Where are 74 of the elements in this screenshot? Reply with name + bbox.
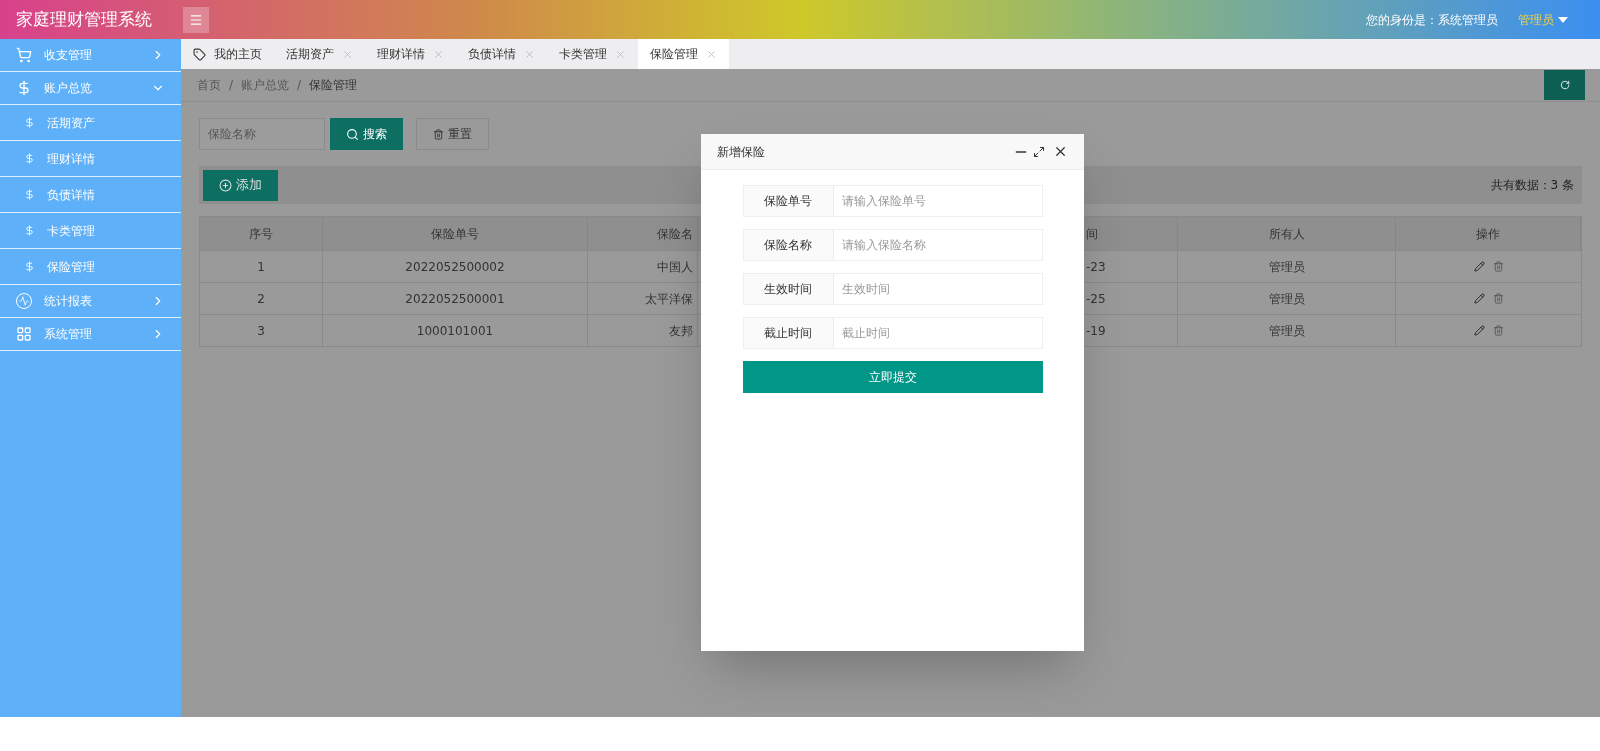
column-header: 保险名	[588, 217, 698, 250]
add-button[interactable]: 添加	[203, 169, 278, 201]
table-cell: 管理员	[1178, 315, 1396, 346]
trash-icon	[433, 128, 444, 140]
form-field[interactable]: 保险名称 请输入保险名称	[742, 229, 1043, 261]
field-label: 保险名称	[743, 230, 834, 260]
form-field[interactable]: 截止时间 截止时间	[742, 317, 1043, 349]
breadcrumb-link[interactable]: 账户总览	[241, 76, 290, 94]
field-label: 生效时间	[743, 274, 834, 304]
maximize-icon[interactable]	[1033, 145, 1045, 158]
table-cell: 中国人	[588, 251, 698, 282]
dialog-title: 新增保险	[717, 143, 766, 161]
table-cell: 2022052500001	[323, 283, 588, 314]
form-field[interactable]: 生效时间 生效时间	[742, 273, 1043, 305]
dollar-icon	[24, 261, 35, 272]
column-header: 保险单号	[323, 217, 588, 250]
reset-button[interactable]: 重置	[416, 118, 489, 150]
refresh-button[interactable]	[1544, 70, 1585, 100]
tab[interactable]: 卡类管理	[547, 39, 638, 69]
dollar-icon	[24, 225, 35, 236]
dollar-icon	[16, 80, 32, 96]
column-header: 所有人	[1178, 217, 1396, 250]
dollar-icon	[24, 117, 35, 128]
breadcrumb-link[interactable]: 首页	[197, 76, 221, 94]
search-button[interactable]: 搜索	[330, 118, 403, 150]
tag-icon	[193, 47, 206, 61]
tab[interactable]: 保险管理	[638, 39, 729, 69]
table-cell: 2022052500002	[323, 251, 588, 282]
table-cell: 管理员	[1178, 283, 1396, 314]
table-cell: 1000101001	[323, 315, 588, 346]
app-title: 家庭理财管理系统	[15, 7, 153, 31]
edit-icon[interactable]	[1473, 261, 1485, 272]
menu-icon	[189, 12, 203, 27]
table-cell: 太平洋保	[588, 283, 698, 314]
delete-icon[interactable]	[1492, 293, 1504, 304]
breadcrumb-separator: /	[229, 77, 234, 94]
breadcrumb-separator: /	[297, 77, 302, 94]
table-cell: 管理员	[1178, 251, 1396, 282]
edit-icon[interactable]	[1473, 293, 1485, 304]
delete-icon[interactable]	[1492, 261, 1504, 272]
cart-icon	[16, 47, 32, 63]
tab[interactable]: 负债详情	[456, 39, 547, 69]
column-header: 操作	[1396, 217, 1581, 250]
chart-circle-icon	[16, 293, 32, 309]
total-count: 共有数据：3 条	[1490, 177, 1574, 194]
table-cell: 友邦	[588, 315, 698, 346]
edit-icon[interactable]	[1473, 325, 1485, 336]
tab[interactable]: 我的主页	[181, 39, 274, 69]
input-field[interactable]: 请输入保险名称	[833, 230, 1042, 260]
table-cell: 3	[200, 315, 323, 346]
search-icon	[346, 127, 359, 141]
delete-icon[interactable]	[1492, 325, 1504, 336]
field-label: 保险单号	[743, 186, 834, 216]
menu-button[interactable]	[183, 6, 209, 33]
caret-icon	[1558, 16, 1568, 23]
input-field[interactable]: 截止时间	[833, 318, 1042, 348]
table-cell: 2	[200, 283, 323, 314]
table-cell: 1	[200, 251, 323, 282]
input-field[interactable]: 生效时间	[833, 274, 1042, 304]
input-field[interactable]: 请输入保险单号	[833, 186, 1042, 216]
form-field[interactable]: 保险单号 请输入保险单号	[742, 185, 1043, 217]
submit-button[interactable]: 立即提交	[742, 361, 1043, 393]
column-header: 序号	[200, 217, 323, 250]
dollar-icon	[24, 189, 35, 200]
refresh-icon	[1559, 80, 1570, 90]
grid-icon	[16, 326, 32, 342]
dollar-icon	[24, 153, 35, 164]
search-field[interactable]: 保险名称	[199, 118, 325, 150]
plus-circle-icon	[219, 178, 232, 192]
tab[interactable]: 活期资产	[274, 39, 365, 69]
tab[interactable]: 理财详情	[365, 39, 456, 69]
identity-text: 您的身份是：系统管理员	[1366, 11, 1498, 29]
close-icon[interactable]	[1053, 144, 1068, 159]
field-label: 截止时间	[743, 318, 834, 348]
